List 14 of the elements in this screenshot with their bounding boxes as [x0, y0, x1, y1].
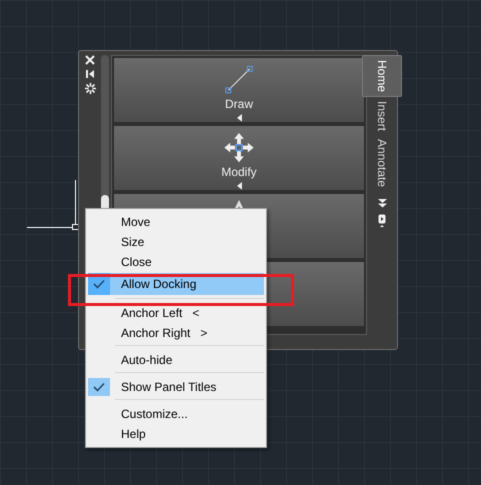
menu-item-hint: > [200, 325, 208, 342]
panel-title: Draw [224, 97, 253, 112]
menu-item-label: Anchor Right [121, 325, 190, 342]
menu-item-label: Customize... [121, 406, 188, 423]
menu-item-label: Size [121, 234, 144, 251]
menu-item-label: Move [121, 214, 150, 231]
menu-item-label: Help [121, 426, 146, 443]
panel-title: Modify [221, 165, 257, 180]
menu-item-label: Anchor Left [121, 305, 182, 322]
menu-item-label: Show Panel Titles [121, 379, 216, 396]
menu-item-label: Allow Docking [121, 276, 196, 293]
menu-item-label: Auto-hide [121, 352, 172, 369]
menu-item-label: Close [121, 254, 152, 271]
menu-item-hint: < [192, 305, 200, 322]
